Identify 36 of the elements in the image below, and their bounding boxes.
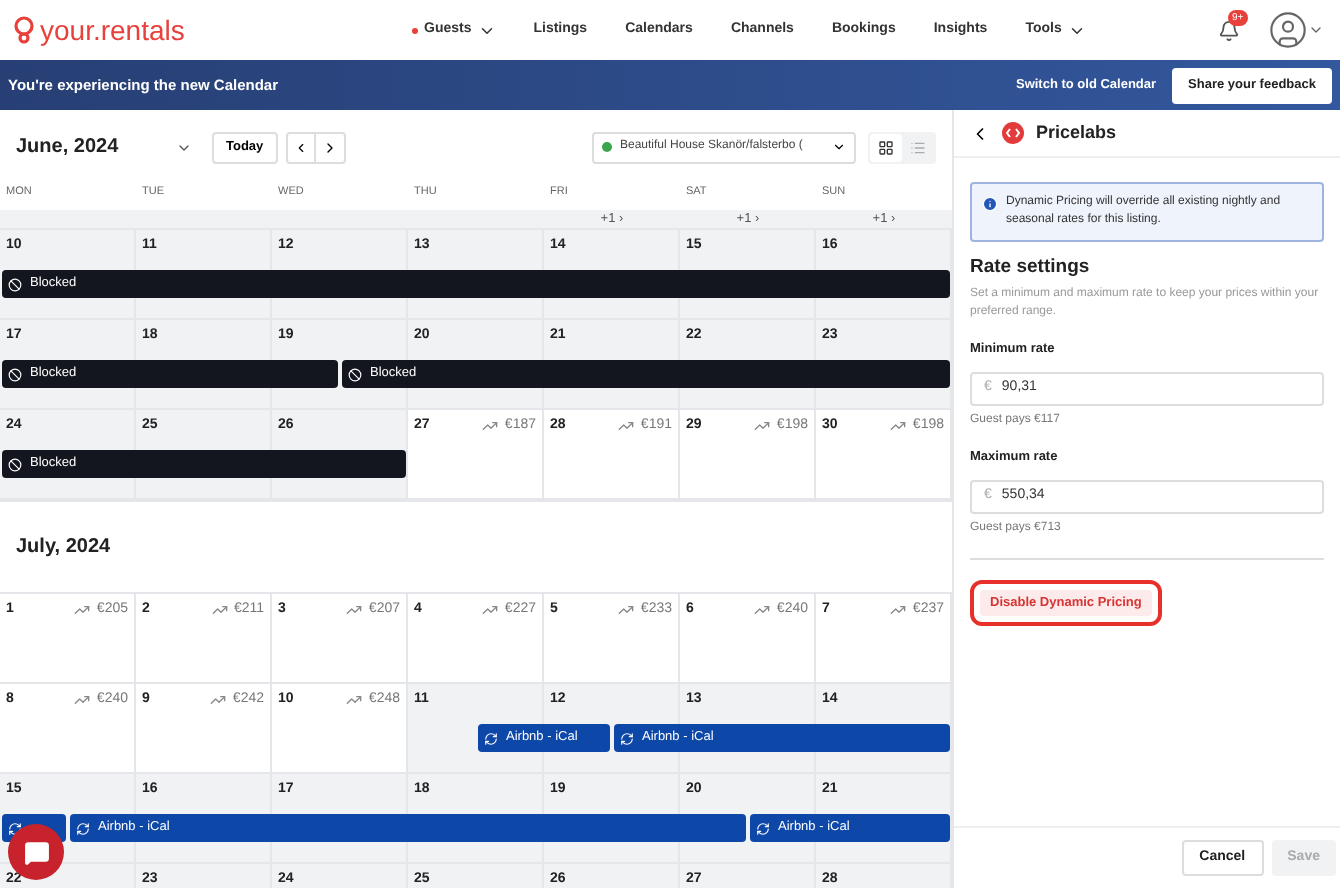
trend-icon (890, 602, 907, 619)
trend-icon (211, 602, 228, 619)
month-title: June, 2024 (16, 134, 121, 162)
avatar-icon[interactable] (1268, 10, 1308, 50)
trend-icon (74, 692, 91, 709)
blocked-icon (8, 277, 22, 291)
trend-icon (618, 602, 635, 619)
trend-icon (754, 602, 771, 619)
sync-icon (76, 821, 90, 835)
logo-icon (1002, 122, 1024, 144)
trend-icon (346, 602, 363, 619)
trend-icon (482, 602, 499, 619)
sync-icon (484, 731, 498, 745)
section-heading: Rate settings (970, 254, 1092, 282)
trend-icon (482, 418, 499, 435)
grid-view-icon[interactable] (870, 133, 902, 161)
trend-icon (210, 692, 227, 709)
blocked-icon (8, 367, 22, 381)
month-title: July, 2024 (16, 534, 111, 562)
notification-icon[interactable] (1218, 19, 1240, 41)
trend-icon (890, 418, 907, 435)
blocked-icon (8, 457, 22, 471)
chevron-icon[interactable] (1308, 22, 1324, 38)
trend-icon (74, 602, 91, 619)
trend-icon (754, 418, 771, 435)
brand-name[interactable]: your.rentals (40, 9, 185, 51)
trend-icon (346, 692, 363, 709)
panel-title: Pricelabs (1036, 119, 1117, 146)
logo-icon (12, 16, 36, 44)
info-icon (982, 196, 998, 212)
trend-icon (618, 418, 635, 435)
blocked-icon (348, 367, 362, 381)
sync-icon (756, 821, 770, 835)
sync-icon (620, 731, 634, 745)
chat-icon (23, 839, 49, 865)
chevron-icon (832, 140, 846, 154)
